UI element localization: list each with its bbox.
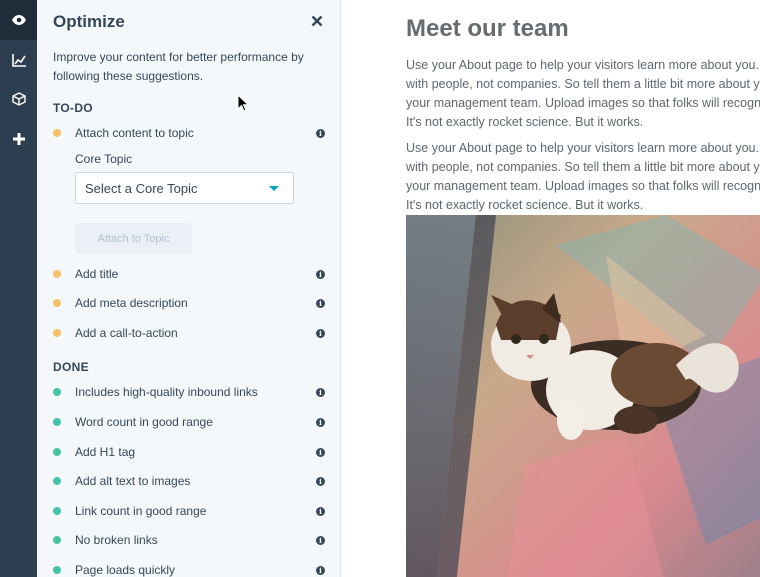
todo-item-label: Add a call-to-action bbox=[75, 326, 178, 340]
info-icon[interactable]: i bbox=[316, 269, 325, 279]
info-icon[interactable]: i bbox=[316, 535, 325, 545]
info-icon[interactable]: i bbox=[316, 476, 325, 486]
paragraph: Use your About page to help your visitor… bbox=[406, 139, 760, 215]
status-dot bbox=[53, 299, 61, 307]
status-dot bbox=[53, 536, 61, 544]
plus-icon[interactable] bbox=[0, 119, 37, 159]
status-dot bbox=[53, 418, 61, 426]
status-dot bbox=[53, 329, 61, 337]
done-item-label: No broken links bbox=[75, 533, 158, 547]
status-dot bbox=[53, 270, 61, 278]
info-icon[interactable]: i bbox=[316, 447, 325, 457]
panel-intro: Improve your content for better performa… bbox=[53, 50, 304, 83]
paragraph-line: It's not exactly rocket science. But it … bbox=[406, 115, 644, 129]
paragraph-line: It's not exactly rocket science. But it … bbox=[406, 198, 644, 212]
cube-icon[interactable] bbox=[0, 79, 37, 119]
paragraph-line: with people, not companies. So tell them… bbox=[406, 77, 760, 91]
core-topic-select-value: Select a Core Topic bbox=[85, 180, 198, 196]
done-item[interactable]: Add H1 tag i bbox=[53, 442, 325, 462]
left-icon-rail bbox=[0, 0, 37, 577]
team-photo bbox=[406, 215, 760, 577]
mouse-cursor-icon bbox=[237, 93, 250, 117]
done-item[interactable]: Add alt text to images i bbox=[53, 471, 325, 491]
status-dot bbox=[53, 477, 61, 485]
close-icon[interactable] bbox=[311, 14, 325, 28]
done-item-label: Word count in good range bbox=[75, 415, 213, 429]
page-preview: Meet our team Use your About page to hel… bbox=[341, 0, 760, 577]
chart-icon[interactable] bbox=[0, 40, 37, 80]
done-item-label: Link count in good range bbox=[75, 504, 207, 518]
paragraph-line: your management team. Upload images so t… bbox=[406, 179, 760, 193]
optimize-panel: Optimize Improve your content for better… bbox=[37, 0, 341, 577]
attach-to-topic-button[interactable]: Attach to Topic bbox=[75, 223, 192, 254]
chevron-down-icon bbox=[269, 185, 279, 191]
todo-item-label: Add meta description bbox=[75, 296, 188, 310]
done-heading: DONE bbox=[53, 360, 89, 374]
paragraph-line: with people, not companies. So tell them… bbox=[406, 160, 760, 174]
todo-item-label: Add title bbox=[75, 267, 119, 281]
todo-item[interactable]: Add title i bbox=[53, 264, 325, 284]
todo-item[interactable]: Add a call-to-action i bbox=[53, 323, 325, 343]
paragraph-line: your management team. Upload images so t… bbox=[406, 96, 760, 110]
eye-icon[interactable] bbox=[0, 0, 37, 40]
todo-heading: TO-DO bbox=[53, 101, 93, 115]
todo-item-label: Attach content to topic bbox=[75, 126, 194, 140]
info-icon[interactable]: i bbox=[316, 128, 325, 138]
status-dot bbox=[53, 388, 61, 396]
done-item-label: Add alt text to images bbox=[75, 474, 191, 488]
page-title: Meet our team bbox=[406, 15, 569, 42]
paragraph: Use your About page to help your visitor… bbox=[406, 56, 760, 132]
done-item[interactable]: Includes high-quality inbound links i bbox=[53, 382, 325, 402]
done-item[interactable]: Word count in good range i bbox=[53, 412, 325, 432]
info-icon[interactable]: i bbox=[316, 506, 325, 516]
info-icon[interactable]: i bbox=[316, 298, 325, 308]
paragraph-line: Use your About page to help your visitor… bbox=[406, 141, 760, 155]
done-item[interactable]: No broken links i bbox=[53, 530, 325, 550]
todo-item[interactable]: Attach content to topic i bbox=[53, 123, 325, 143]
done-item-label: Add H1 tag bbox=[75, 445, 136, 459]
done-item-label: Includes high-quality inbound links bbox=[75, 385, 258, 399]
paragraph-line: Use your About page to help your visitor… bbox=[406, 58, 760, 72]
info-icon[interactable]: i bbox=[316, 565, 325, 575]
todo-item[interactable]: Add meta description i bbox=[53, 293, 325, 313]
info-icon[interactable]: i bbox=[316, 417, 325, 427]
done-item-label: Page loads quickly bbox=[75, 563, 176, 577]
done-item[interactable]: Link count in good range i bbox=[53, 501, 325, 521]
core-topic-label: Core Topic bbox=[75, 152, 133, 166]
status-dot bbox=[53, 507, 61, 515]
info-icon[interactable]: i bbox=[316, 387, 325, 397]
status-dot bbox=[53, 448, 61, 456]
info-icon[interactable]: i bbox=[316, 328, 325, 338]
status-dot bbox=[53, 566, 61, 574]
core-topic-select[interactable]: Select a Core Topic bbox=[75, 172, 294, 204]
panel-title: Optimize bbox=[53, 12, 125, 31]
done-item[interactable]: Page loads quickly i bbox=[53, 560, 325, 577]
status-dot bbox=[53, 129, 61, 137]
